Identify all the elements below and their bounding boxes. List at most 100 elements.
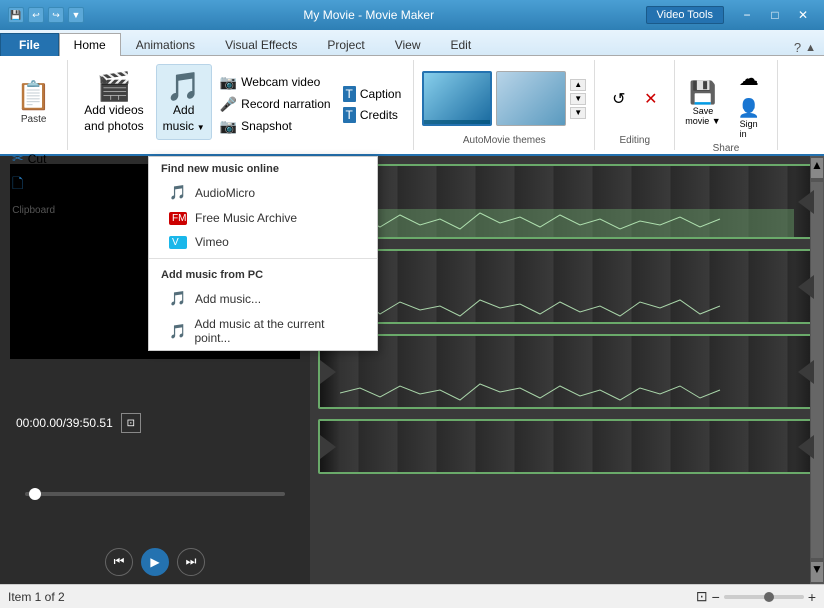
save-movie-icon: 💾 (689, 80, 716, 106)
add-videos-button[interactable]: 🎬 Add videos and photos (76, 64, 151, 140)
free-music-item[interactable]: FM Free Music Archive (149, 206, 377, 230)
zoom-slider[interactable] (724, 595, 804, 599)
tab-project[interactable]: Project (312, 33, 379, 56)
maximize-button[interactable]: □ (762, 5, 788, 25)
audiomicro-item[interactable]: 🎵 AudioMicro (149, 179, 377, 206)
zoom-thumb[interactable] (764, 592, 774, 602)
tab-home[interactable]: Home (59, 33, 121, 56)
waveform-svg-3 (340, 379, 794, 407)
automovie-label: AutoMovie themes (422, 133, 586, 146)
help-icon[interactable]: ? (794, 40, 801, 55)
expand-preview-button[interactable]: ⊡ (121, 413, 141, 433)
zoom-in-button[interactable]: + (808, 589, 816, 605)
cloud-button[interactable]: ☁ (729, 64, 769, 94)
scrubber[interactable] (25, 492, 285, 496)
dropdown-arrow: ▼ (197, 123, 205, 132)
scrubber-thumb[interactable] (29, 488, 41, 500)
caption-button[interactable]: T Caption (339, 84, 406, 104)
clip-arrow-right-2 (798, 275, 814, 299)
expand-ribbon-icon[interactable]: ▲ (805, 42, 816, 54)
snapshot-label: Snapshot (241, 119, 292, 133)
save-movie-button[interactable]: 💾 Savemovie ▼ (683, 78, 722, 128)
scrollbar-up[interactable]: ▲ (811, 158, 823, 178)
theme-thumbnail-1[interactable] (422, 71, 492, 126)
webcam-label: Webcam video (241, 75, 320, 89)
play-button[interactable]: ▶ (141, 548, 169, 576)
zoom-out-button[interactable]: − (712, 589, 720, 605)
status-bar: Item 1 of 2 ⊡ − + (0, 584, 824, 608)
ribbon-tabs: File Home Animations Visual Effects Proj… (0, 30, 824, 56)
tab-visual-effects[interactable]: Visual Effects (210, 33, 312, 56)
vimeo-item[interactable]: V Vimeo (149, 230, 377, 254)
add-music-item-icon: 🎵 (169, 290, 187, 307)
title-bar-quick-access[interactable]: 💾 ↩ ↪ ▼ (8, 7, 84, 23)
next-frame-button[interactable]: ⏭ (177, 548, 205, 576)
status-bar-right: ⊡ − + (696, 588, 816, 605)
theme-scroll-up[interactable]: ▲ (570, 79, 586, 91)
tab-edit[interactable]: Edit (435, 33, 486, 56)
scrollbar-down[interactable]: ▼ (811, 562, 823, 582)
sign-in-button[interactable]: 👤 Signin (731, 96, 767, 141)
vimeo-label: Vimeo (195, 235, 229, 249)
clip-arrow-right-4 (798, 435, 814, 459)
from-pc-header: Add music from PC (149, 263, 377, 285)
theme-scroll-down[interactable]: ▼ (570, 107, 586, 119)
clip-arrow-right-1 (798, 190, 814, 214)
tab-animations[interactable]: Animations (121, 33, 210, 56)
ribbon-help[interactable]: ? ▲ (794, 40, 824, 55)
waveform-svg-1 (340, 209, 794, 237)
tab-file[interactable]: File (0, 33, 59, 56)
timeline-clip-1[interactable] (318, 164, 816, 239)
timeline-clip-4[interactable] (318, 419, 816, 474)
ribbon: 📋 Paste ✂ Cut 🗋 Copy Clipboard (0, 56, 824, 156)
paste-label: Paste (21, 114, 47, 126)
undo-icon[interactable]: ↩ (28, 7, 44, 23)
waveform-2 (340, 294, 794, 322)
time-display: 00:00.00/39:50.51 (16, 416, 113, 430)
cloud-icon: ☁ (739, 66, 759, 91)
narration-button[interactable]: 🎤 Record narration (216, 94, 335, 115)
paste-icon: 📋 (16, 79, 51, 112)
webcam-icon: 📷 (220, 74, 237, 91)
group-editing: ↺ ✕ Editing (595, 60, 675, 150)
customize-icon[interactable]: ▼ (68, 7, 84, 23)
credits-button[interactable]: T Credits (339, 105, 406, 125)
cut-icon: ✂ (12, 150, 24, 167)
ribbon-content: 📋 Paste ✂ Cut 🗋 Copy Clipboard (0, 60, 778, 150)
theme-scroll-middle[interactable]: ▼ (570, 93, 586, 105)
caption-credits-col: T Caption T Credits (339, 64, 406, 144)
status-icon-1[interactable]: ⊡ (696, 588, 708, 605)
credits-label: Credits (360, 108, 398, 122)
add-music-item[interactable]: 🎵 Add music... (149, 285, 377, 312)
preview-controls: ⏮ ▶ ⏭ (105, 548, 205, 576)
delete-button[interactable]: ✕ (637, 85, 665, 113)
theme-thumbnail-2[interactable] (496, 71, 566, 126)
timeline-clip-3[interactable] (318, 334, 816, 409)
close-button[interactable]: ✕ (790, 5, 816, 25)
prev-frame-button[interactable]: ⏮ (105, 548, 133, 576)
add-videos-label: Add videos and photos (84, 103, 143, 134)
webcam-narration-col: 📷 Webcam video 🎤 Record narration 📷 Snap… (216, 64, 335, 144)
cut-button[interactable]: ✂ Cut (8, 148, 59, 169)
timeline-area[interactable]: ▲ ▼ (310, 156, 824, 584)
copy-button[interactable]: 🗋 Copy (8, 171, 59, 199)
theme-scroll-controls: ▲ ▼ ▼ (570, 79, 586, 119)
user-icon: 👤 (737, 98, 759, 119)
redo-icon[interactable]: ↪ (48, 7, 64, 23)
paste-button[interactable]: 📋 Paste (9, 64, 59, 140)
snapshot-button[interactable]: 📷 Snapshot (216, 116, 335, 137)
rotate-left-button[interactable]: ↺ (605, 85, 633, 113)
tab-view[interactable]: View (380, 33, 436, 56)
main-content: ■ 00:00.00/39:50.51 ⊡ ⏮ ▶ ⏭ (0, 156, 824, 584)
add-music-button[interactable]: 🎵 Add music ▼ (156, 64, 212, 140)
webcam-button[interactable]: 📷 Webcam video (216, 72, 335, 93)
minimize-button[interactable]: − (734, 5, 760, 25)
caption-label: Caption (360, 87, 401, 101)
status-text: Item 1 of 2 (8, 590, 65, 604)
timeline-clip-2[interactable] (318, 249, 816, 324)
save-quick-icon[interactable]: 💾 (8, 7, 24, 23)
window-controls[interactable]: − □ ✕ (734, 5, 816, 25)
music-icon: 🎵 (166, 70, 201, 103)
add-at-point-label: Add music at the current point... (194, 317, 357, 345)
add-music-at-point-item[interactable]: 🎵 Add music at the current point... (149, 312, 377, 350)
